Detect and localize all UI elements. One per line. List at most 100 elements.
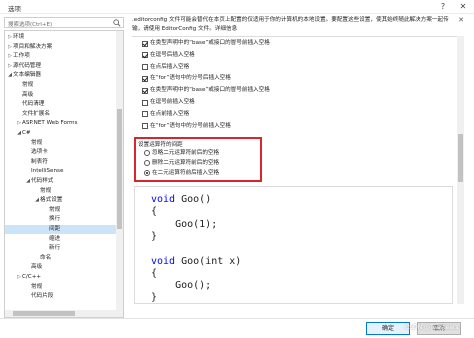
binary-operator-radio[interactable]: 删除二元运算符前后的空格: [144, 159, 219, 167]
tree-item-label: 源代码管理: [13, 62, 41, 69]
tree-item[interactable]: ▷C/C++: [5, 273, 117, 282]
tree-item[interactable]: 常规: [5, 206, 117, 215]
option-label: 在类型声明中的“base”或接口的冒号前插入空格: [150, 87, 270, 94]
code-text: Goo(int x): [175, 255, 242, 267]
notice-close-icon[interactable]: ✕: [458, 16, 464, 24]
tree-item[interactable]: 常规: [5, 187, 117, 196]
tree-item-label: 工作项: [13, 53, 30, 60]
spacing-option[interactable]: 在“for”语句中的分号前插入空格: [142, 122, 231, 131]
tree-item-label: 常规: [31, 283, 43, 290]
code-text: {: [151, 267, 158, 279]
tree-item[interactable]: 命名: [5, 254, 117, 263]
spacing-option[interactable]: 在逗号前插入空格: [142, 98, 195, 107]
tree-item[interactable]: ▷工作项: [5, 52, 117, 61]
checkbox[interactable]: [142, 52, 148, 59]
tree-item-label: 代码样式: [31, 178, 54, 184]
notice-text: .editorconfig 文件可能会替代在本页上配置的仅适用于你的计算机的本地…: [132, 17, 449, 32]
tree-item-label: 格式设置: [40, 197, 63, 204]
spacing-option[interactable]: 在点前插入空格: [142, 110, 189, 119]
code-preview: void Goo(){ Goo(1);} void Goo(int x){ Goo…: [134, 186, 453, 304]
checkbox[interactable]: [142, 64, 148, 71]
spacing-option[interactable]: 在类型声明中的“base”或接口的冒号前插入空格: [142, 39, 270, 48]
dialog-footer: 确定 取消 CSDN @Teastears: [0, 318, 474, 338]
search-box[interactable]: 搜索选项(Ctrl+E): [4, 17, 124, 28]
tree-item[interactable]: 缩进: [5, 235, 117, 244]
settings-panel: .editorconfig 文件可能会替代在本页上配置的仅适用于你的计算机的本地…: [132, 16, 464, 316]
tree-item-label: 高级: [31, 264, 43, 271]
tree-item[interactable]: 换行: [5, 215, 117, 224]
tree-item-label: 换行: [49, 216, 61, 223]
settings-scroll-thumb[interactable]: [458, 134, 463, 182]
option-label: 在“for”语句中的分号后插入空格: [150, 75, 231, 82]
spacing-option[interactable]: 在逗号后插入空格: [142, 51, 195, 60]
tree-item-label: 间距: [49, 226, 61, 232]
tree-item-label: ASP.NET Web Forms: [22, 120, 78, 127]
checkbox[interactable]: [142, 99, 148, 106]
spacing-option[interactable]: 在点后插入空格: [142, 63, 189, 72]
binary-operator-spacing-group: 设置运算符的间距 忽略二元运算符前后的空格 删除二元运算符前后的空格 在二元运算符前…: [134, 137, 262, 182]
option-label: 在逗号后插入空格: [150, 51, 195, 58]
options-tree[interactable]: ▷环境 ▷项目和解决方案 ▷工作项 ▷源代码管理 ◢文本编辑器 常规 高级 代码清理 文件扩展名…: [4, 30, 124, 318]
title-bar: 选项 ? ✕: [0, 0, 474, 14]
tree-item[interactable]: ▷ASP.NET Web Forms: [5, 119, 117, 128]
spacing-option[interactable]: 在类型声明中的“base”或接口的冒号前插入空格: [142, 86, 270, 95]
tree-item[interactable]: ◢C#: [5, 129, 117, 138]
window-title: 选项: [8, 5, 21, 13]
help-button[interactable]: ?: [436, 1, 450, 13]
binary-operator-radio[interactable]: 忽略二元运算符前后的空格: [144, 149, 219, 157]
tree-horizontal-scrollbar[interactable]: [5, 310, 117, 317]
tree-item-label: 文本编辑器: [13, 72, 41, 79]
checkbox[interactable]: [142, 111, 148, 118]
tree-item[interactable]: 高级: [5, 263, 117, 272]
tree-scroll-thumb[interactable]: [117, 109, 122, 229]
tree-item[interactable]: 文件扩展名: [5, 110, 117, 119]
code-line: }: [151, 291, 157, 304]
radio-button[interactable]: [144, 170, 150, 176]
checkbox[interactable]: [142, 75, 148, 82]
tree-item[interactable]: 常规: [5, 139, 117, 148]
close-button[interactable]: ✕: [456, 1, 470, 13]
tree-item-label: 选项卡: [31, 149, 48, 156]
code-line: }: [151, 230, 157, 243]
radio-button[interactable]: [144, 150, 150, 156]
code-text: Goo();: [151, 280, 212, 292]
search-input[interactable]: 搜索选项(Ctrl+E): [8, 20, 52, 28]
checkbox[interactable]: [142, 40, 148, 47]
checkbox[interactable]: [142, 123, 148, 130]
tree-hscroll-thumb[interactable]: [13, 311, 75, 316]
checkbox[interactable]: [142, 87, 148, 94]
tree-item-label: 新行: [49, 245, 61, 252]
tree-item[interactable]: 代码片段: [5, 292, 117, 301]
tree-item-label: 常规: [22, 82, 34, 88]
tree-item[interactable]: ◢文本编辑器: [5, 71, 117, 80]
tree-vertical-scrollbar[interactable]: [116, 31, 123, 317]
radio-button[interactable]: [144, 160, 150, 166]
tree-item-label: 制表符: [31, 158, 48, 165]
tree-item[interactable]: ▷环境: [5, 33, 117, 42]
tree-item[interactable]: 常规: [5, 81, 117, 90]
tree-item[interactable]: 间距: [5, 225, 117, 234]
option-label: 在“for”语句中的分号前插入空格: [150, 122, 231, 129]
tree-item[interactable]: 选项卡: [5, 148, 117, 157]
tree-item[interactable]: ▷项目和解决方案: [5, 43, 117, 52]
code-text: Goo(): [175, 194, 212, 205]
spacing-option[interactable]: 在“for”语句中的分号后插入空格: [142, 74, 231, 83]
tree-item[interactable]: ◢格式设置: [5, 196, 117, 205]
tree-item[interactable]: 常规: [5, 283, 117, 292]
ok-button[interactable]: 确定: [366, 322, 410, 335]
watermark: CSDN @Teastears: [405, 324, 459, 331]
search-icon: [113, 19, 121, 27]
settings-scrollbar[interactable]: [457, 36, 464, 304]
option-label: 在逗号前插入空格: [150, 99, 195, 105]
option-label: 在点前插入空格: [150, 110, 190, 117]
tree-item[interactable]: 高级: [5, 91, 117, 100]
tree-item[interactable]: 新行: [5, 244, 117, 253]
tree-item[interactable]: ▷源代码管理: [5, 62, 117, 71]
tree-item[interactable]: IntelliSense: [5, 167, 117, 176]
tree-item-label: 代码片段: [31, 293, 54, 300]
tree-item[interactable]: 制表符: [5, 158, 117, 167]
tree-item[interactable]: ◢代码样式: [5, 177, 117, 186]
tree-item-label: 常规: [40, 187, 52, 194]
binary-operator-radio[interactable]: 在二元运算符前后插入空格: [144, 169, 219, 177]
tree-item[interactable]: 代码清理: [5, 100, 117, 109]
